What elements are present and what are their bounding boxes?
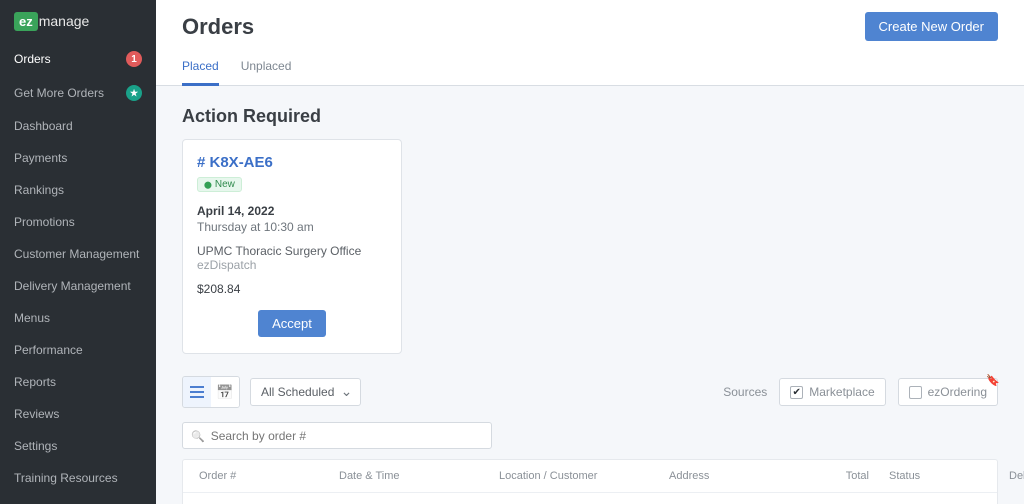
sidebar-item-delivery[interactable]: Delivery Management — [0, 270, 156, 302]
logo-manage: manage — [39, 13, 90, 29]
bookmark-icon: 🔖 — [986, 374, 1000, 387]
sidebar: ezmanage Orders 1 Get More Orders Dashbo… — [0, 0, 156, 504]
new-badge: New — [197, 177, 242, 192]
order-id-link[interactable]: # K8X-AE6 — [197, 154, 387, 171]
sidebar-item-promotions[interactable]: Promotions — [0, 206, 156, 238]
accept-button[interactable]: Accept — [258, 310, 326, 337]
sidebar-item-label: Training Resources — [14, 471, 118, 485]
table-row[interactable]: K8X-AE6 Marketplace Thu, 04/14/22 11:00 … — [183, 493, 997, 504]
sidebar-item-training[interactable]: Training Resources — [0, 462, 156, 494]
marketplace-checkbox[interactable]: Marketplace — [779, 378, 885, 406]
sidebar-item-label: Performance — [14, 343, 83, 357]
col-order: Order # — [199, 470, 339, 482]
sidebar-item-customer[interactable]: Customer Management — [0, 238, 156, 270]
sidebar-item-label: Orders — [14, 52, 51, 66]
ezordering-checkbox[interactable]: ezOrdering 🔖 — [898, 378, 998, 406]
sidebar-item-label: Delivery Management — [14, 279, 131, 293]
card-time: Thursday at 10:30 am — [197, 220, 387, 234]
sidebar-item-label: Menus — [14, 311, 50, 325]
col-datetime: Date & Time — [339, 470, 499, 482]
sidebar-item-reviews[interactable]: Reviews — [0, 398, 156, 430]
col-delivery: Delivery Info — [1009, 470, 1024, 482]
sidebar-item-label: Customer Management — [14, 247, 139, 261]
sidebar-item-settings[interactable]: Settings — [0, 430, 156, 462]
sidebar-item-performance[interactable]: Performance — [0, 334, 156, 366]
sidebar-item-label: Promotions — [14, 215, 75, 229]
create-order-button[interactable]: Create New Order — [865, 12, 998, 41]
main: Orders Create New Order Placed Unplaced … — [156, 0, 1024, 504]
star-badge — [126, 85, 142, 101]
order-card: # K8X-AE6 New April 14, 2022 Thursday at… — [182, 139, 402, 354]
sidebar-item-label: Get More Orders — [14, 86, 104, 100]
checkbox-label: Marketplace — [809, 385, 874, 399]
sidebar-item-dashboard[interactable]: Dashboard — [0, 110, 156, 142]
card-dispatch: ezDispatch — [197, 258, 387, 272]
sidebar-item-payments[interactable]: Payments — [0, 142, 156, 174]
card-customer: UPMC Thoracic Surgery Office — [197, 244, 387, 258]
sidebar-item-label: Reports — [14, 375, 56, 389]
search-input[interactable] — [211, 429, 483, 443]
sidebar-item-reports[interactable]: Reports — [0, 366, 156, 398]
col-total: Total — [789, 470, 889, 482]
sidebar-item-label: Reviews — [14, 407, 59, 421]
col-location: Location / Customer — [499, 470, 669, 482]
sidebar-item-label: Rankings — [14, 183, 64, 197]
sidebar-item-label: Dashboard — [14, 119, 73, 133]
search-input-wrap[interactable] — [182, 422, 492, 449]
tab-unplaced[interactable]: Unplaced — [241, 59, 292, 85]
orders-count-badge: 1 — [126, 51, 142, 67]
list-view-button[interactable] — [183, 377, 211, 407]
col-address: Address — [669, 470, 789, 482]
logo: ezmanage — [0, 0, 156, 42]
tab-placed[interactable]: Placed — [182, 59, 219, 86]
toolbar: All Scheduled Sources Marketplace ezOrde… — [182, 376, 998, 408]
checkbox-label: ezOrdering — [928, 385, 987, 399]
page-title: Orders — [182, 14, 254, 40]
logo-ez: ez — [14, 12, 38, 31]
col-status: Status — [889, 470, 1009, 482]
table-header: Order # Date & Time Location / Customer … — [183, 460, 997, 493]
card-date: April 14, 2022 — [197, 204, 387, 218]
view-toggle — [182, 376, 240, 408]
sidebar-item-orders[interactable]: Orders 1 — [0, 42, 156, 76]
section-title: Action Required — [182, 106, 998, 127]
orders-table: Order # Date & Time Location / Customer … — [182, 459, 998, 504]
schedule-filter-select[interactable]: All Scheduled — [250, 378, 361, 406]
check-icon — [790, 386, 803, 399]
tabs: Placed Unplaced — [182, 59, 998, 85]
search-icon — [191, 428, 205, 443]
calendar-view-button[interactable] — [211, 377, 239, 407]
sidebar-item-label: Payments — [14, 151, 67, 165]
card-amount: $208.84 — [197, 282, 387, 296]
sidebar-item-rankings[interactable]: Rankings — [0, 174, 156, 206]
check-icon — [909, 386, 922, 399]
content: Action Required # K8X-AE6 New April 14, … — [156, 86, 1024, 504]
topbar: Orders Create New Order Placed Unplaced — [156, 0, 1024, 86]
sidebar-item-label: Settings — [14, 439, 57, 453]
sidebar-item-menus[interactable]: Menus — [0, 302, 156, 334]
sources-label: Sources — [723, 385, 767, 399]
sidebar-item-get-more[interactable]: Get More Orders — [0, 76, 156, 110]
